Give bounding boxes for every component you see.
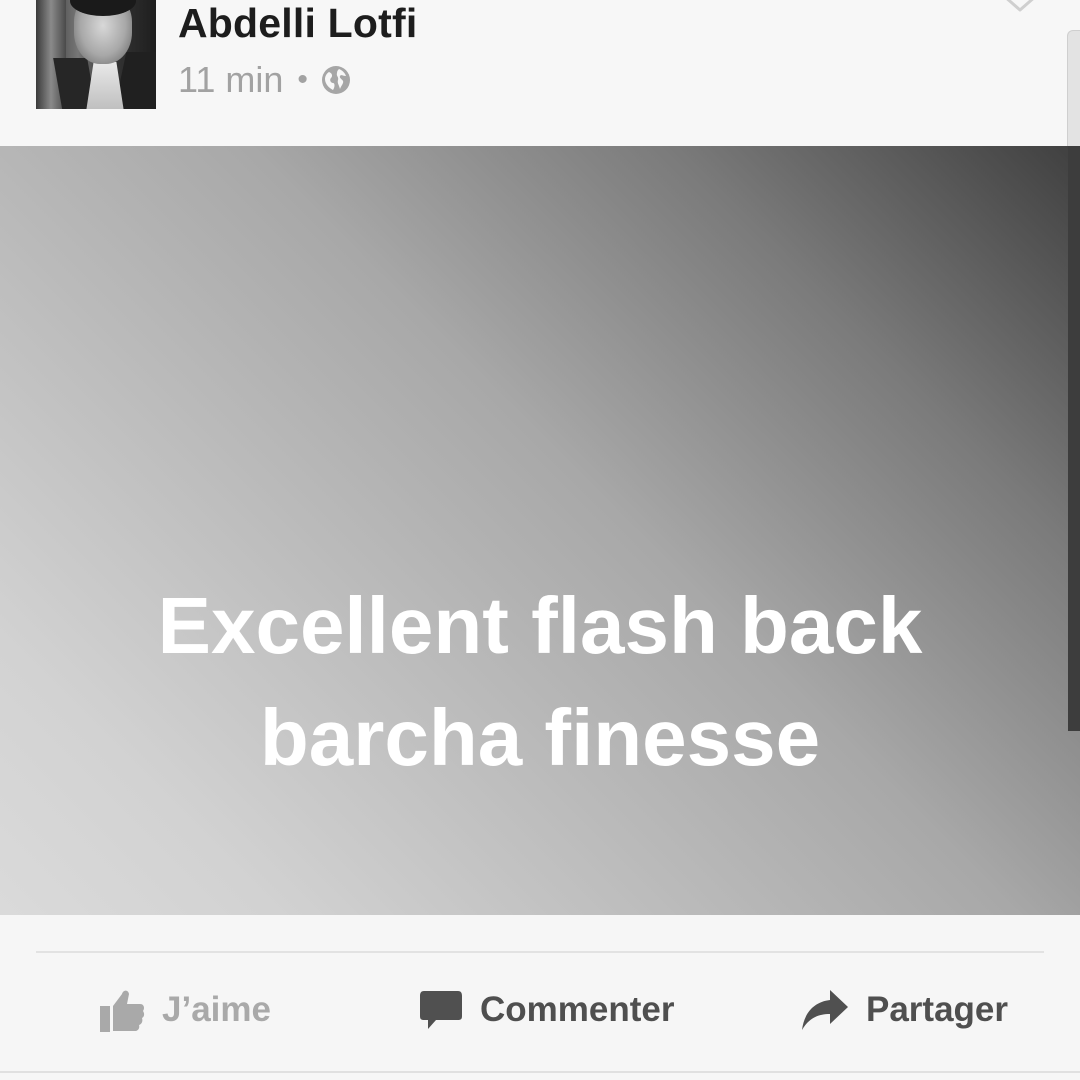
share-label: Partager: [866, 990, 1009, 1029]
chevron-down-icon[interactable]: [1000, 0, 1040, 16]
facebook-post-screen: Abdelli Lotfi 11 min • Excellent flash b…: [0, 0, 1080, 1080]
post-header: Abdelli Lotfi 11 min •: [0, 0, 1080, 387]
comment-bubble-icon: [420, 991, 462, 1029]
like-label: J’aime: [162, 990, 271, 1029]
comment-label: Commenter: [480, 990, 675, 1029]
meta-separator: •: [297, 63, 308, 96]
avatar[interactable]: [36, 0, 156, 109]
actions-divider: [36, 951, 1044, 953]
author-name[interactable]: Abdelli Lotfi: [178, 0, 417, 46]
share-arrow-icon: [802, 990, 848, 1030]
status-line-2: barcha finesse: [259, 693, 821, 782]
like-button[interactable]: J’aime: [98, 975, 271, 1045]
status-background-image[interactable]: Excellent flash back barcha finesse: [0, 146, 1080, 915]
status-line-1: Excellent flash back: [157, 581, 923, 670]
post-time[interactable]: 11 min: [178, 59, 283, 101]
comment-button[interactable]: Commenter: [418, 975, 674, 1045]
thumbs-up-icon: [100, 990, 145, 1032]
post-actions-bar: J’aime Commenter Partager: [0, 915, 1080, 1080]
avatar-shirt: [86, 62, 124, 109]
bottom-divider: [0, 1071, 1080, 1073]
share-button[interactable]: Partager: [800, 975, 1008, 1045]
globe-icon: [321, 66, 350, 94]
status-text: Excellent flash back barcha finesse: [0, 570, 1080, 794]
post-meta: 11 min •: [178, 58, 352, 102]
